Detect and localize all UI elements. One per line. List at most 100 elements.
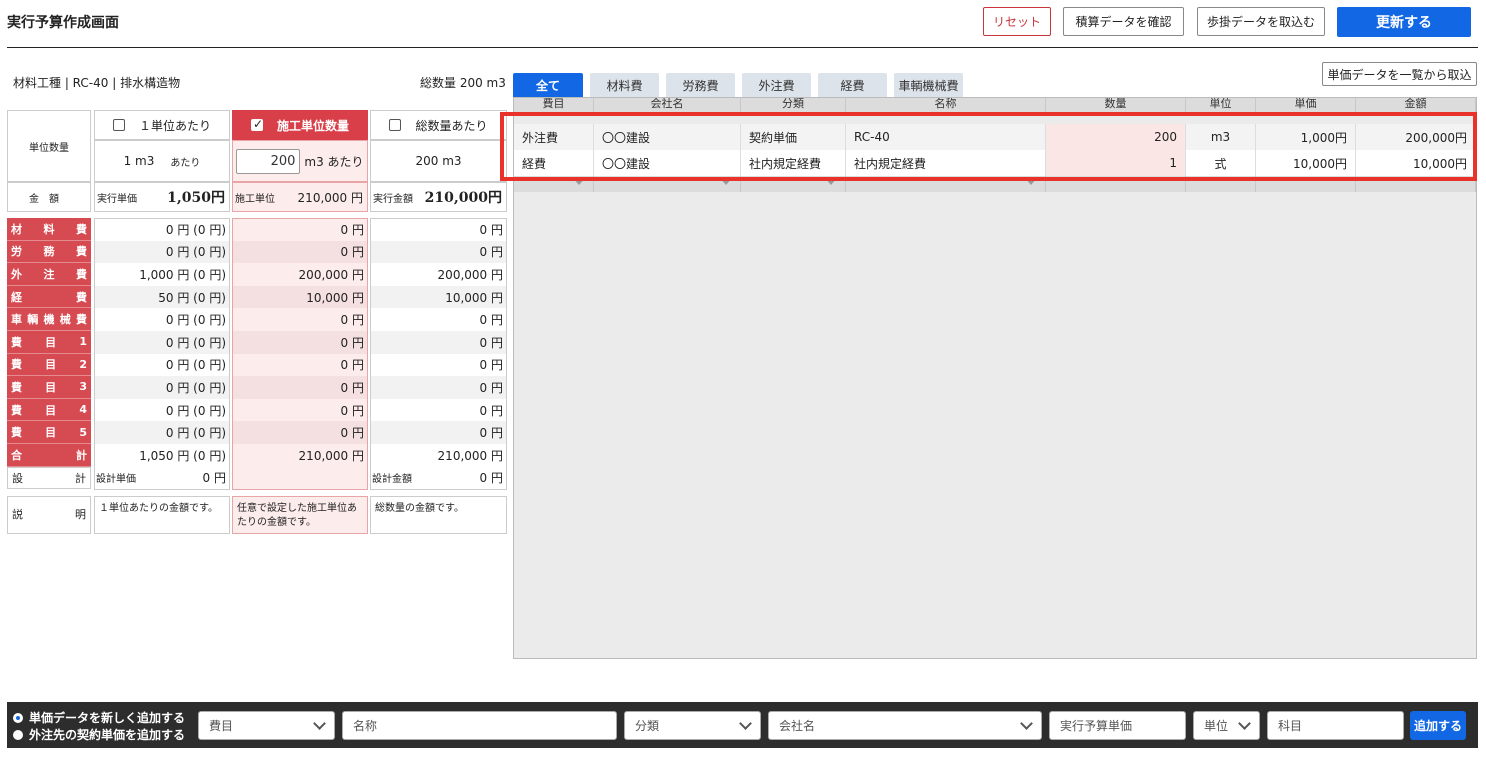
import-rate-button[interactable]: 歩掛データを取込む [1197,7,1325,36]
category-select[interactable]: 分類 [624,711,761,740]
tab-2[interactable]: 労務費 [666,73,735,97]
total-qty-column-header[interactable]: 総数量あたり [370,110,507,140]
radio-new-rate-dot[interactable] [13,713,23,723]
filter-dropdown-icon[interactable] [573,178,585,185]
grid-filter-cell[interactable] [594,176,741,192]
grid-filter-cell[interactable] [514,176,594,192]
kamoku-placeholder: 科目 [1278,719,1303,733]
filter-dropdown-icon[interactable] [825,178,837,185]
label-char: 車 [11,313,22,327]
category-placeholder: 分類 [635,719,660,733]
label-char: 費 [11,335,22,349]
design-amount-value: 0 円 [479,471,503,486]
himoku-select[interactable]: 費目 [198,711,335,740]
label-char: 費 [76,222,87,236]
per-unit-qty-value: 1 m3 [123,154,155,168]
grid-column-header[interactable]: 費目 [514,98,594,114]
exec-unit-price: 実行単価 1,050円 [94,182,230,212]
reset-button[interactable]: リセット [983,7,1051,36]
update-button[interactable]: 更新する [1337,7,1471,37]
grid-cell-category: 社内規定経費 [741,150,846,176]
grid-filter-cell[interactable] [846,176,1046,192]
confirm-estimate-button[interactable]: 積算データを確認 [1063,7,1184,36]
grid-column-header[interactable]: 単位 [1186,98,1256,114]
unit-select[interactable]: 単位 [1193,711,1260,740]
grid-column-header[interactable]: 単価 [1256,98,1356,114]
grid-cell-price: 1,000円 [1256,124,1356,150]
grid-column-header[interactable]: 会社名 [594,98,741,114]
cost-row: 費目30 円 (0 円) 0 円0 円 [7,376,507,399]
grid-filter-cell[interactable] [1256,176,1356,192]
himoku-placeholder: 費目 [209,719,234,733]
grid-filter-cell[interactable] [741,176,846,192]
company-select[interactable]: 会社名 [768,711,1042,740]
grid-filter-cell[interactable] [1356,176,1476,192]
budget-price-input[interactable]: 実行予算単価 [1049,711,1186,740]
cost-value-col1: 0 円 (0 円) [94,331,230,354]
radio-contract-rate-dot[interactable] [13,730,23,740]
grid-cell-himoku: 経費 [514,150,594,176]
grid-cell-qty[interactable]: 200 [1046,124,1186,150]
cost-row: 車輌機械費 0 円 (0 円) 0 円 0 円 [7,308,507,331]
grid-cell-qty[interactable]: 1 [1046,150,1186,176]
cost-value-col1: 0 円 (0 円) [165,313,226,328]
tab-4[interactable]: 経費 [818,73,887,97]
grid-column-header[interactable]: 数量 [1046,98,1186,114]
cost-value-col2: 0 円 [232,421,368,444]
construction-unit-checkbox[interactable] [250,117,263,131]
cost-value-col1: 1,050 円 (0 円) [139,448,226,463]
cost-value-col1: 50 円 (0 円) [94,285,230,309]
chevron-down-icon [1238,716,1251,730]
grid-column-header[interactable]: 名称 [846,98,1046,114]
construction-unit-column-header[interactable]: 施工単位数量 [232,110,368,140]
exec-amount: 実行金額 210,000円 [370,182,507,212]
cost-value-col2: 210,000 円 [232,444,368,467]
add-button[interactable]: 追加する [1410,711,1466,740]
cost-row-label: 労務費 [7,240,91,264]
tab-0[interactable]: 全て [513,73,583,97]
total-qty-checkbox[interactable] [389,119,402,131]
grid-column-header[interactable]: 金額 [1356,98,1476,114]
grid-filter-cell[interactable] [1186,176,1256,192]
label-char: 機 [43,313,55,327]
per-unit-checkbox[interactable] [112,119,125,131]
label-char: 合 [11,448,22,462]
radio-new-rate[interactable]: 単価データを新しく追加する [13,710,185,727]
label-char: 務 [43,245,55,259]
label-char: 目 [45,380,57,394]
label-char: 3 [79,380,87,394]
grid-filter-cell[interactable] [1046,176,1186,192]
cost-value-col3: 0 円 [370,421,507,444]
label-char: 目 [45,426,57,440]
import-from-list-button[interactable]: 単価データを一覧から取込 [1322,62,1477,86]
per-unit-title: １単位あたり [138,118,211,133]
cost-row: 材 料 費 0 円 (0 円) 0 円 0 円 [7,218,507,241]
add-mode-radio-group: 単価データを新しく追加する 外注先の契約単価を追加する [13,710,185,744]
cost-value-col1: 1,000 円 (0 円) [139,267,226,282]
label-char: 材 [11,222,22,236]
tab-3[interactable]: 外注費 [742,73,811,97]
per-unit-column-header[interactable]: １単位あたり [94,110,230,140]
tab-5[interactable]: 車輌機械費 [894,73,963,97]
cost-value-col2: 0 円 [232,331,368,354]
tab-1[interactable]: 材料費 [590,73,659,97]
grid-filter-row [514,176,1476,192]
cost-value-col2: 200,000 円 [232,263,368,286]
grid-column-header[interactable]: 分類 [741,98,846,114]
design-amount: 設計金額 0 円 [370,467,507,490]
cost-value-col3: 0 円 [370,240,507,264]
header-divider [7,47,1478,48]
cost-row: 外 注 費 1,000 円 (0 円) 200,000 円 200,000 円 [7,263,507,286]
filter-dropdown-icon[interactable] [1025,178,1037,185]
filter-dropdown-icon[interactable] [720,178,732,185]
kamoku-input[interactable]: 科目 [1267,711,1404,740]
grid-row[interactable]: 経費 〇〇建設 社内規定経費 社内規定経費 1 式 10,000円 10,000円 [514,150,1476,176]
cost-value-col2: 0 円 [232,218,368,241]
construction-qty-input[interactable]: 200 [236,148,301,174]
cost-row: 経費 50 円 (0 円) 10,000 円 10,000 円 [7,285,507,309]
grid-row[interactable]: 外注費 〇〇建設 契約単価 RC-40 200 m3 1,000円 200,000円 [514,124,1476,150]
radio-contract-rate[interactable]: 外注先の契約単価を追加する [13,727,185,744]
cost-value-col3: 0 円 [479,403,503,418]
cost-row-label: 費 目 5 [7,421,91,444]
name-input[interactable]: 名称 [342,711,617,740]
